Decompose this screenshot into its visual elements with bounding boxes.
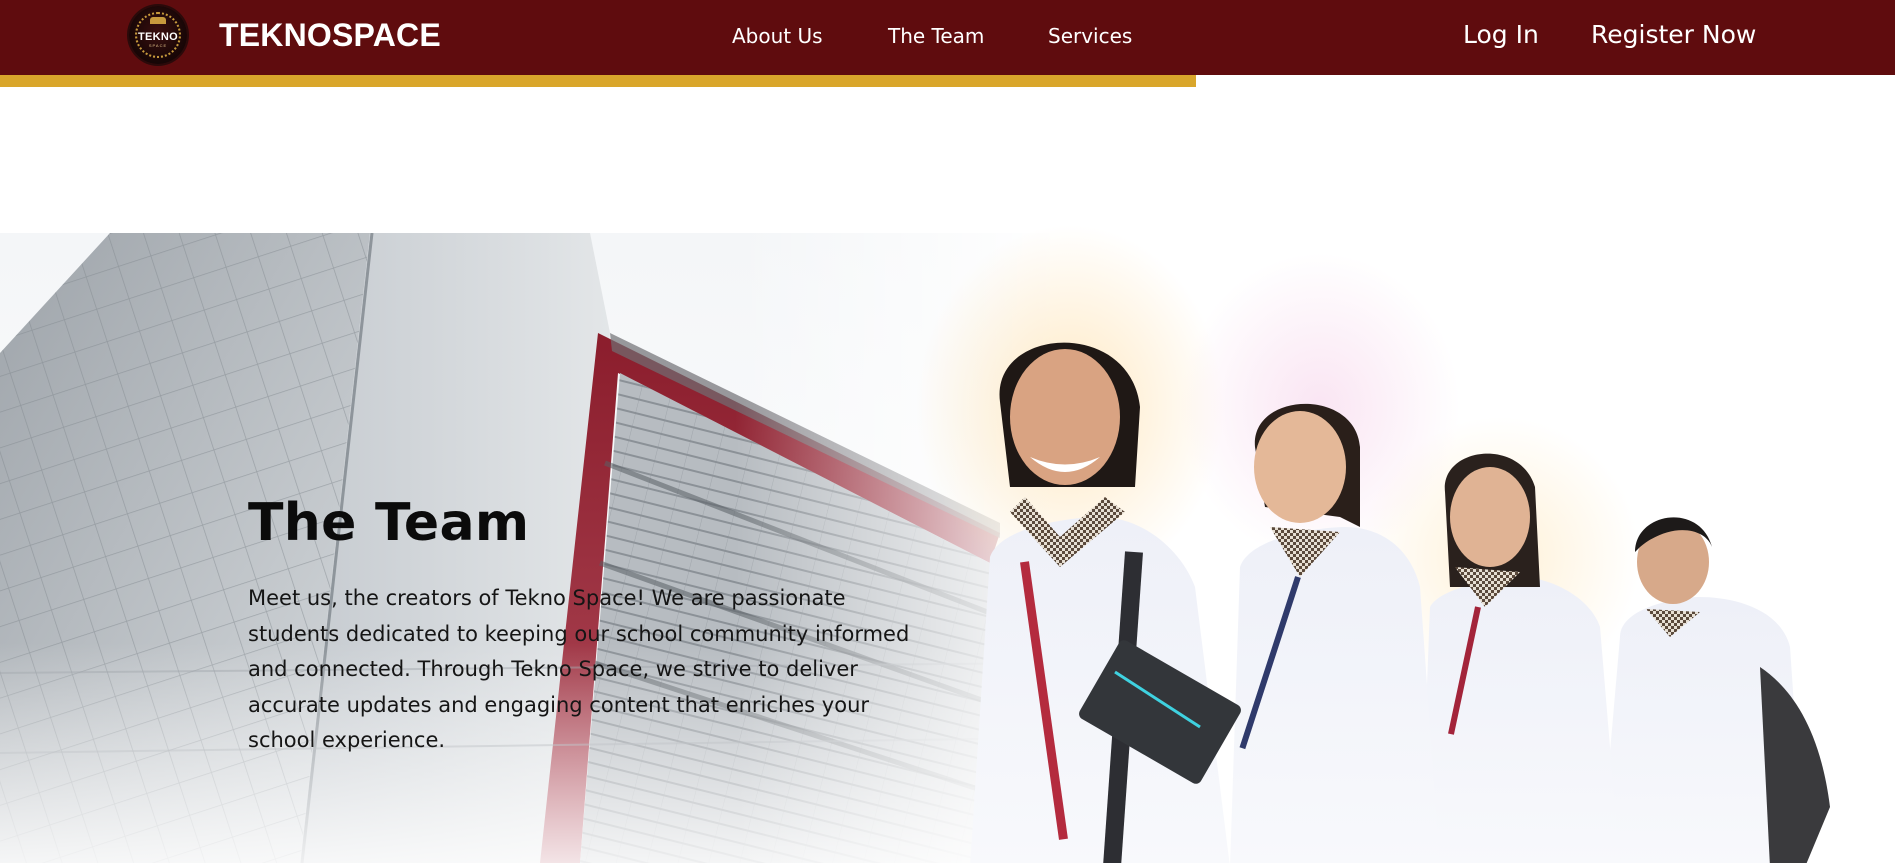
login-link[interactable]: Log In	[1463, 20, 1539, 49]
hero-section: The Team Meet us, the creators of Tekno …	[0, 87, 1895, 863]
nav-link-about-us[interactable]: About Us	[732, 24, 823, 48]
top-navbar: TEKNO SPACE TEKNOSPACE About Us The Team…	[0, 0, 1895, 75]
hero-description: Meet us, the creators of Tekno Space! We…	[248, 586, 910, 752]
logo-subtext: SPACE	[148, 42, 168, 48]
students-group-image	[970, 342, 1830, 863]
hero-title: The Team	[248, 493, 530, 553]
nav-link-the-team[interactable]: The Team	[888, 24, 984, 48]
teknospace-logo[interactable]: TEKNO SPACE	[129, 6, 187, 64]
logo-crown-icon	[150, 17, 166, 24]
navbar-accent-bar	[0, 75, 1196, 87]
register-link[interactable]: Register Now	[1591, 20, 1756, 49]
brand-name[interactable]: TEKNOSPACE	[219, 17, 441, 54]
logo-text: TEKNO	[138, 30, 178, 43]
nav-link-services[interactable]: Services	[1048, 24, 1132, 48]
